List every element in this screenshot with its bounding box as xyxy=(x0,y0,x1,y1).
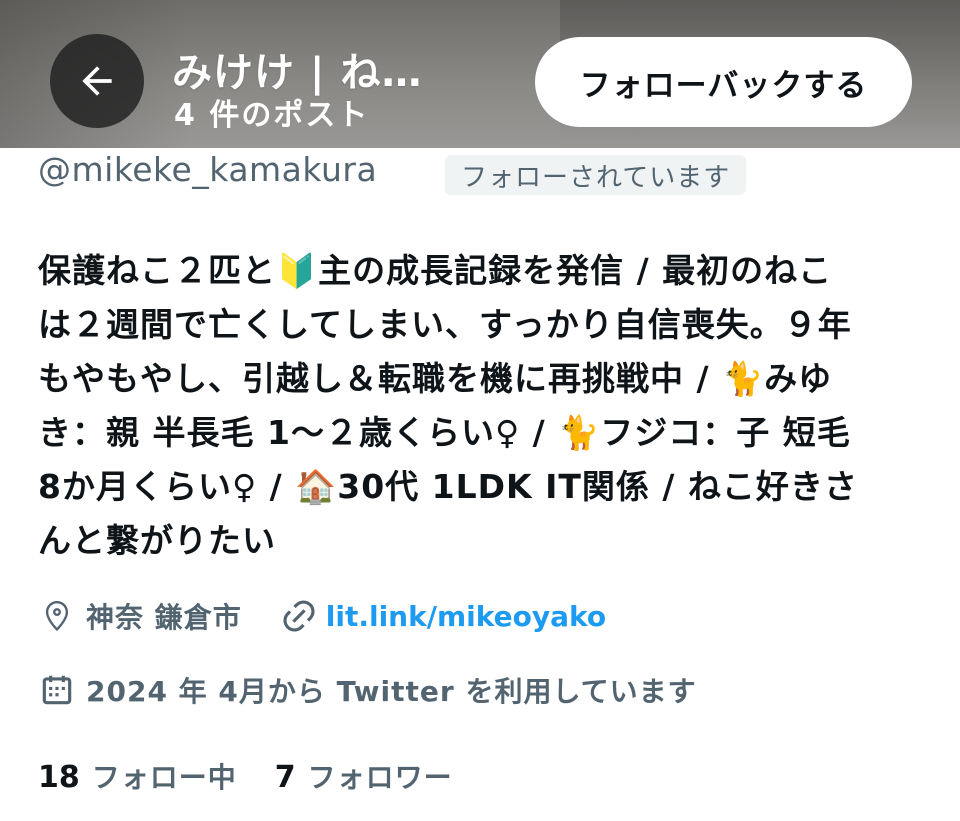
post-count: 4 件のポスト xyxy=(174,98,370,133)
following-link[interactable]: 18 フォロー中 xyxy=(38,756,237,796)
joined-text: 2024 年 4月から Twitter を利用しています xyxy=(86,675,697,708)
following-label: フォロー中 xyxy=(91,761,237,794)
calendar-icon xyxy=(42,675,72,705)
arrow-left-icon xyxy=(82,66,112,96)
follows-you-badge: フォローされています xyxy=(445,155,747,195)
location-text: 神奈 鎌倉市 xyxy=(86,601,242,634)
profile-bio: 保護ねこ２匹と🔰主の成長記録を発信 / 最初のねこ は２週間で亡くしてしまい、す… xyxy=(38,244,918,568)
following-count: 18 xyxy=(38,760,80,795)
bio-line: んと繋がりたい xyxy=(38,521,276,560)
profile-meta-row: 神奈 鎌倉市 lit.link/mikeoyako xyxy=(38,596,606,636)
joined-row: 2024 年 4月から Twitter を利用しています xyxy=(38,670,697,710)
back-button[interactable] xyxy=(50,34,144,128)
bio-line: 8か月くらい♀ / 🏠30代 1LDK IT関係 / ねこ好きさ xyxy=(38,467,858,506)
bio-line: もやもやし、引越し＆転職を機に再挑戦中 / 🐈みゆ xyxy=(38,359,833,398)
followers-count: 7 xyxy=(274,760,296,795)
bio-line: 保護ねこ２匹と🔰主の成長記録を発信 / 最初のねこ xyxy=(38,251,833,290)
follow-back-button[interactable]: フォローバックする xyxy=(535,37,912,127)
followers-label: フォロワー xyxy=(307,761,453,794)
bio-line: き：親 半長毛 1〜２歳くらい♀ / 🐈フジコ：子 短毛 xyxy=(38,413,851,452)
bio-line: は２週間で亡くしてしまい、すっかり自信喪失。９年 xyxy=(38,305,852,344)
profile-link[interactable]: lit.link/mikeoyako xyxy=(326,600,606,633)
link-icon xyxy=(283,600,315,632)
follow-stats: 18 フォロー中 7 フォロワー xyxy=(38,756,453,796)
user-handle: @mikeke_kamakura xyxy=(38,150,378,189)
profile-header: みけけ | ね… 4 件のポスト フォローバックする xyxy=(0,0,960,148)
location-pin-icon xyxy=(45,600,69,631)
followers-link[interactable]: 7 フォロワー xyxy=(275,756,453,796)
